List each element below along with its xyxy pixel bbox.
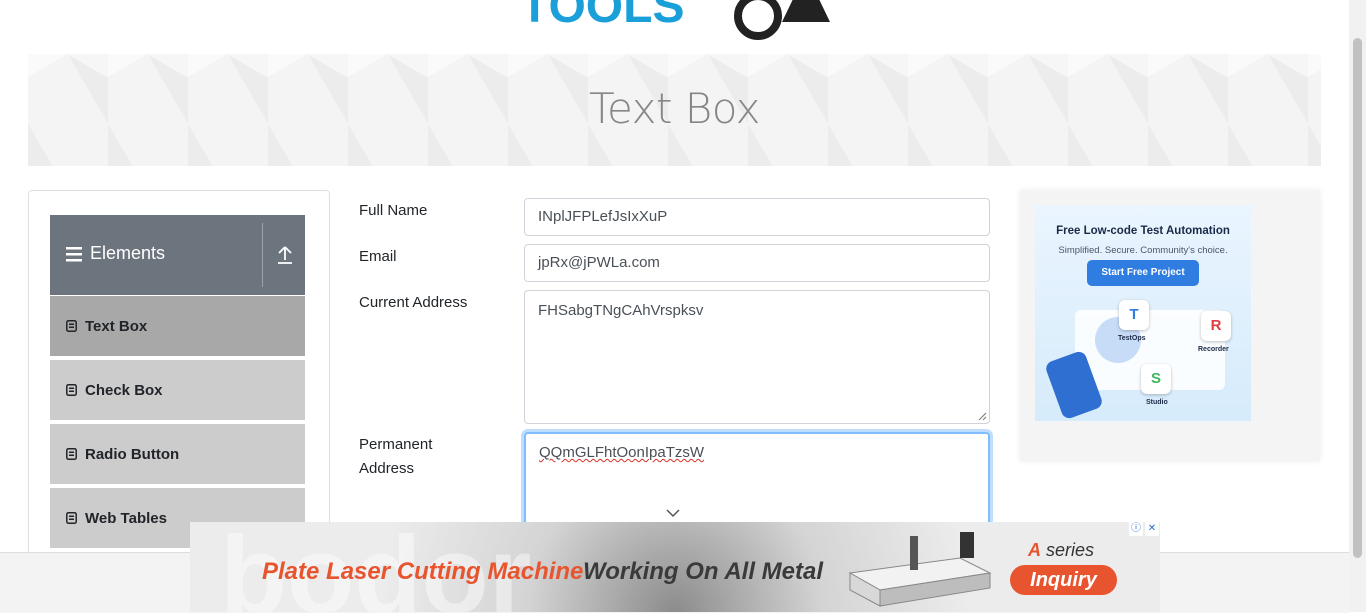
right-advertisement[interactable]: Free Low-code Test Automation Simplified… bbox=[1020, 190, 1320, 461]
full-name-label: Full Name bbox=[359, 202, 428, 219]
page-banner: Text Box bbox=[28, 54, 1321, 166]
laser-machine-illustration bbox=[848, 532, 992, 607]
header-divider bbox=[262, 223, 263, 287]
list-icon bbox=[66, 320, 77, 332]
ad-headline: Free Low-code Test Automation bbox=[1056, 225, 1230, 237]
email-input[interactable]: jpRx@jPWLa.com bbox=[524, 244, 990, 282]
menu-icon bbox=[66, 246, 82, 261]
vertical-scrollbar[interactable] bbox=[1349, 0, 1366, 612]
scrollbar-thumb[interactable] bbox=[1353, 38, 1362, 558]
ad-series-word: series bbox=[1046, 540, 1095, 560]
page-title: Text Box bbox=[588, 84, 761, 133]
sidebar-item-radio-button[interactable]: Radio Button bbox=[50, 424, 305, 486]
studio-tile-icon: S bbox=[1141, 364, 1171, 394]
collapse-up-icon[interactable] bbox=[276, 245, 294, 265]
sidebar-item-text-box[interactable]: Text Box bbox=[50, 296, 305, 358]
sidebar-item-label: Radio Button bbox=[85, 445, 180, 463]
ad-headline-part2: Working On All Metal bbox=[583, 558, 824, 585]
bottom-advertisement[interactable]: bodor Plate Laser Cutting Machine Workin… bbox=[190, 522, 1160, 612]
logo-a-letter bbox=[782, 0, 830, 22]
tile-label: TestOps bbox=[1118, 335, 1146, 342]
testops-tile-icon: T bbox=[1119, 300, 1149, 330]
permanent-address-value: QQmGLFhtOonIpaTzsW bbox=[539, 444, 705, 461]
permanent-address-label: Permanent Address bbox=[359, 433, 432, 481]
ad-series-label: A series bbox=[1028, 540, 1094, 561]
elements-group-title: Elements bbox=[90, 243, 166, 263]
adchoices-icon[interactable]: ⓘ bbox=[1129, 522, 1143, 536]
sidebar-item-label: Check Box bbox=[85, 381, 163, 399]
start-free-project-button[interactable]: Start Free Project bbox=[1087, 260, 1199, 286]
sidebar-item-label: Web Tables bbox=[85, 509, 167, 527]
sidebar-item-check-box[interactable]: Check Box bbox=[50, 360, 305, 422]
ad-close-icon[interactable]: ✕ bbox=[1145, 522, 1159, 536]
current-address-value: FHSabgTNgCAhVrspksv bbox=[538, 302, 704, 319]
ad-card: Free Low-code Test Automation Simplified… bbox=[1035, 205, 1251, 421]
ad-series-letter: A bbox=[1028, 540, 1041, 560]
logo-gear-icon bbox=[734, 0, 782, 40]
toolsqa-logo[interactable]: TOOLS bbox=[520, 0, 850, 44]
list-icon bbox=[66, 384, 77, 396]
current-address-label: Current Address bbox=[359, 294, 468, 311]
ad-controls: ⓘ ✕ bbox=[1129, 522, 1159, 536]
current-address-textarea[interactable]: FHSabgTNgCAhVrspksv bbox=[524, 290, 990, 424]
tile-label: Studio bbox=[1146, 399, 1168, 406]
ad-headline-part1: Plate Laser Cutting Machine bbox=[262, 558, 584, 585]
full-name-input[interactable]: INplJFPLefJsIxXuP bbox=[524, 198, 990, 236]
list-icon bbox=[66, 512, 77, 524]
ad-subline: Simplified. Secure. Community's choice. bbox=[1058, 245, 1228, 256]
elements-group-header[interactable]: Elements bbox=[50, 215, 305, 295]
sidebar-item-label: Text Box bbox=[85, 317, 148, 335]
permanent-address-label-line1: Permanent bbox=[359, 436, 433, 453]
permanent-address-label-line2: Address bbox=[359, 460, 415, 477]
email-label: Email bbox=[359, 248, 397, 265]
tile-label: Recorder bbox=[1198, 346, 1229, 353]
recorder-tile-icon: R bbox=[1201, 311, 1231, 341]
resize-handle-icon[interactable] bbox=[977, 411, 987, 421]
logo-text-tools: TOOLS bbox=[520, 0, 684, 33]
inquiry-button[interactable]: Inquiry bbox=[1010, 565, 1117, 595]
chevron-down-icon[interactable] bbox=[665, 508, 681, 518]
list-icon bbox=[66, 448, 77, 460]
